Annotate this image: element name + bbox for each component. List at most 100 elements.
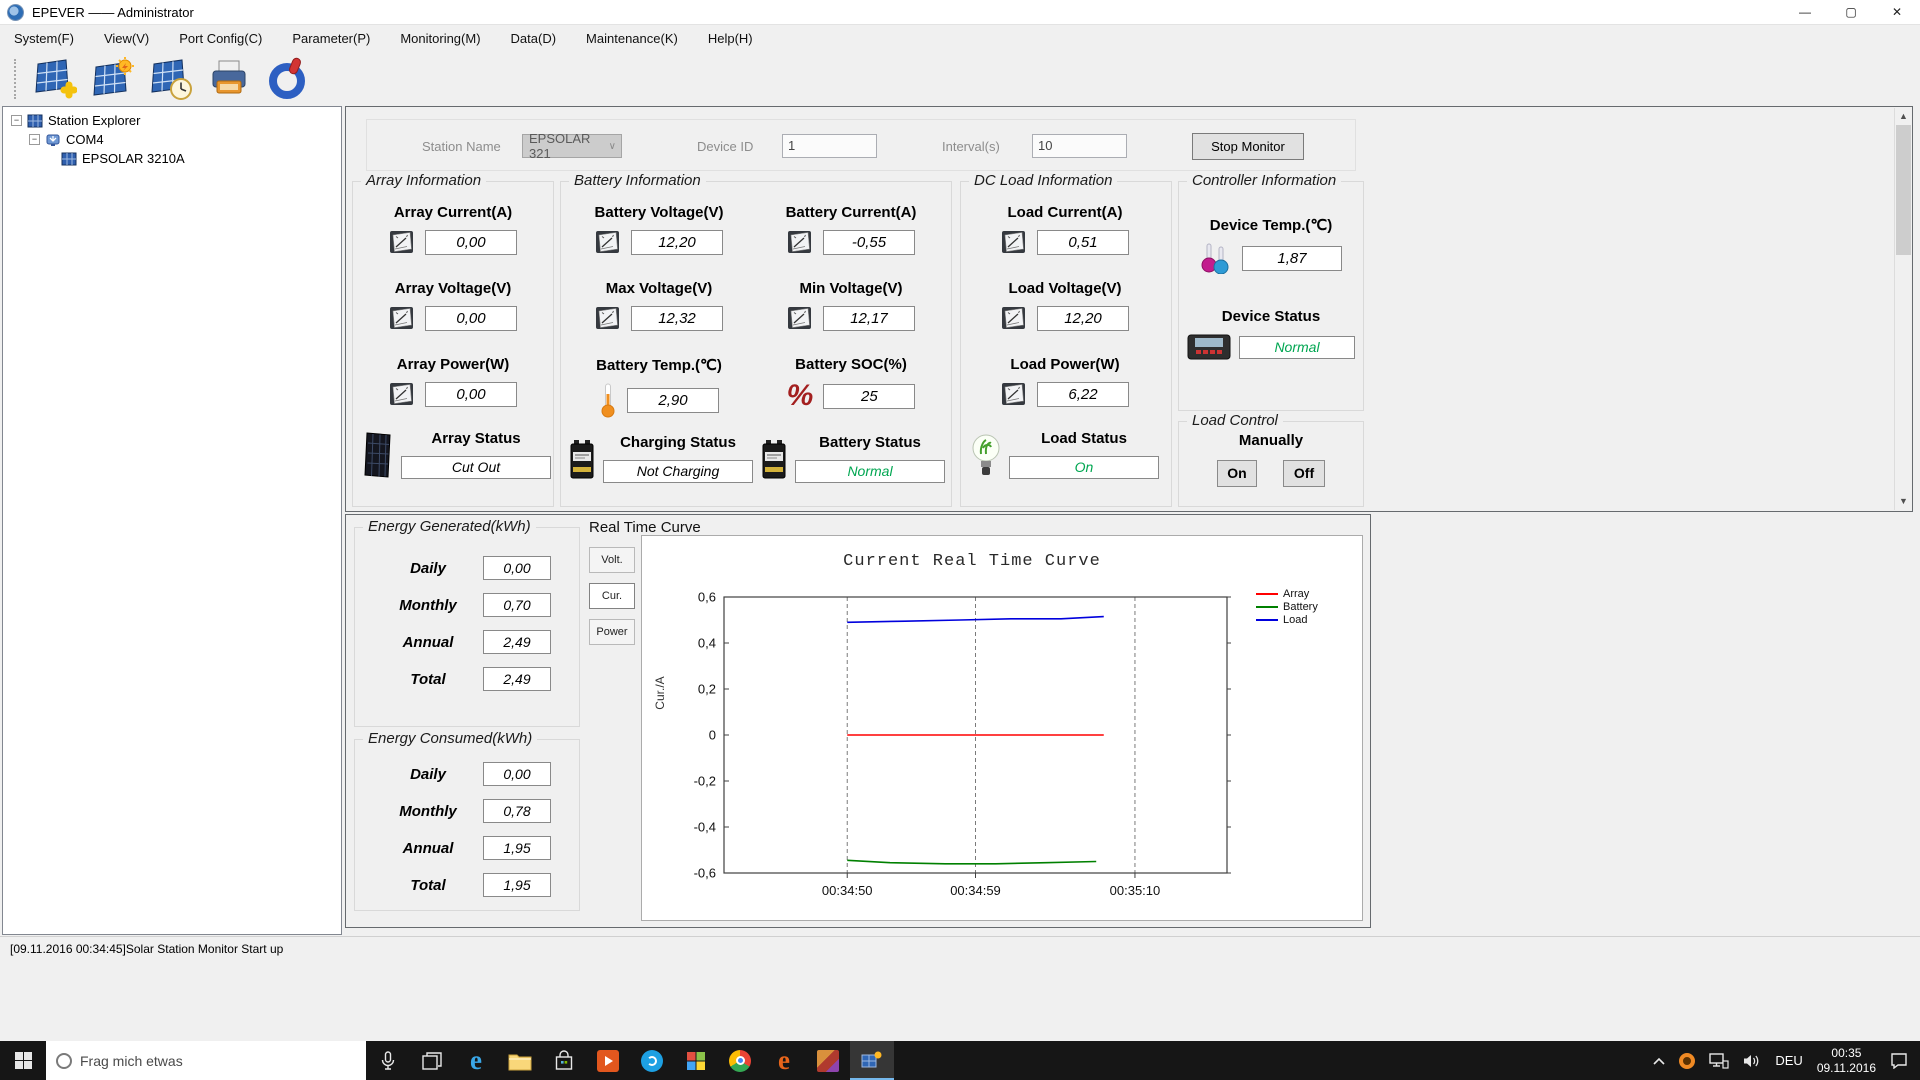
tree-item-epsolar-3210a[interactable]: EPSOLAR 3210A (3, 149, 341, 168)
chevron-down-icon: ∨ (608, 140, 616, 152)
tree-item-com4[interactable]: − COM4 (3, 130, 341, 149)
metric-value: 25 (823, 383, 916, 409)
svg-text:00:34:59: 00:34:59 (950, 883, 1001, 898)
group-title: Energy Generated(kWh) (363, 518, 536, 535)
language-indicator[interactable]: DEU (1768, 1041, 1809, 1080)
energy-row-value: 2,49 (483, 630, 551, 654)
scroll-down-icon[interactable]: ▼ (1895, 493, 1912, 510)
menu-data[interactable]: Data(D) (511, 31, 557, 46)
start-button[interactable] (0, 1041, 46, 1080)
menu-monitoring[interactable]: Monitoring(M) (400, 31, 480, 46)
metric-label: Load Voltage(V) (1008, 280, 1122, 297)
station-parameter-button[interactable] (89, 55, 137, 103)
metric-label: Array Power(W) (396, 356, 510, 373)
load-off-button[interactable]: Off (1283, 460, 1325, 487)
stop-monitor-button[interactable]: Stop Monitor (1192, 133, 1304, 160)
metric-label: Max Voltage(V) (605, 280, 713, 297)
tab-cur[interactable]: Cur. (589, 583, 635, 609)
interval-label: Interval(s) (942, 139, 1000, 154)
loop-icon (647, 1055, 657, 1066)
vertical-scrollbar[interactable]: ▲ ▼ (1894, 108, 1912, 510)
load-on-button[interactable]: On (1217, 460, 1257, 487)
title-bar: EPEVER —— Administrator — ▢ ✕ (0, 0, 1920, 24)
menu-system[interactable]: System(F) (14, 31, 74, 46)
close-button[interactable]: ✕ (1874, 0, 1920, 24)
edge-browser-icon[interactable]: e (454, 1041, 498, 1080)
search-placeholder: Frag mich etwas (80, 1052, 183, 1069)
menu-maintenance[interactable]: Maintenance(K) (586, 31, 678, 46)
toolbar-gripper[interactable] (14, 58, 17, 99)
controller-icon (1187, 334, 1231, 360)
chrome-icon[interactable] (718, 1041, 762, 1080)
energy-row-value: 1,95 (483, 873, 551, 897)
tree-item-station-explorer[interactable]: − Station Explorer (3, 111, 341, 130)
maximize-button[interactable]: ▢ (1828, 0, 1874, 24)
metric-value: 2,90 (627, 387, 719, 413)
file-explorer-icon[interactable] (498, 1041, 542, 1080)
microphone-button[interactable] (366, 1041, 410, 1080)
metric-label: Min Voltage(V) (799, 280, 903, 297)
movies-tv-icon[interactable] (586, 1041, 630, 1080)
tree-item-label: EPSOLAR 3210A (82, 151, 185, 166)
real-time-chart: Current Real Time Curve Cur./A 0,6 0,4 0,2… (641, 535, 1363, 921)
add-station-button[interactable] (31, 55, 79, 103)
collapse-icon[interactable]: − (11, 115, 22, 126)
network-icon[interactable] (1702, 1041, 1736, 1080)
menu-help[interactable]: Help(H) (708, 31, 753, 46)
array-information-group: Array Information Array Current(A) 0,00 … (352, 172, 554, 507)
action-center-icon[interactable] (1883, 1041, 1920, 1080)
search-input[interactable]: Frag mich etwas (46, 1041, 366, 1080)
volume-icon[interactable] (1736, 1041, 1768, 1080)
legend-item: Load (1256, 614, 1318, 626)
microphone-icon (381, 1050, 395, 1070)
messaging-icon[interactable] (630, 1041, 674, 1080)
metric-label: Battery SOC(%) (795, 356, 907, 373)
energy-and-curve-panel: Energy Generated(kWh) Daily 0,00 Monthly 0… (345, 514, 1371, 928)
solar-monitor-app-icon[interactable] (850, 1041, 894, 1080)
energy-row-value: 0,00 (483, 762, 551, 786)
energy-generated-group: Energy Generated(kWh) Daily 0,00 Monthly 0… (354, 518, 580, 727)
energy-consumed-group: Energy Consumed(kWh) Daily 0,00 Monthly 0,… (354, 730, 580, 911)
task-view-button[interactable] (410, 1041, 454, 1080)
legend-label: Load (1283, 614, 1308, 626)
tab-volt[interactable]: Volt. (589, 547, 635, 573)
status-label: Array Status (431, 430, 521, 447)
station-name-select[interactable]: EPSOLAR 321 ∨ (522, 131, 622, 161)
solar-panel-icon (27, 114, 43, 128)
metric-value: 12,20 (1037, 305, 1129, 331)
exit-button[interactable] (263, 55, 311, 103)
tab-power[interactable]: Power (589, 619, 635, 645)
clock-date: 09.11.2016 (1816, 1060, 1876, 1075)
energy-row-label: Daily (410, 765, 446, 783)
print-button[interactable] (205, 55, 253, 103)
menu-parameter[interactable]: Parameter(P) (292, 31, 370, 46)
legend-label: Battery (1283, 601, 1318, 613)
clock[interactable]: 00:35 09.11.2016 (1810, 1041, 1883, 1080)
tray-chevron-icon[interactable] (1646, 1041, 1672, 1080)
manually-label: Manually (1238, 432, 1304, 449)
app-thumbnail-icon[interactable] (806, 1041, 850, 1080)
status-label: Load Status (1041, 430, 1127, 447)
minimize-button[interactable]: — (1782, 0, 1828, 24)
collapse-icon[interactable]: − (29, 134, 40, 145)
toolbar (0, 51, 1920, 106)
scroll-up-icon[interactable]: ▲ (1895, 108, 1912, 125)
menu-view[interactable]: View(V) (104, 31, 149, 46)
menu-port-config[interactable]: Port Config(C) (179, 31, 262, 46)
scrollbar-thumb[interactable] (1896, 125, 1911, 255)
metric-value: 12,17 (823, 305, 915, 331)
legend-item: Battery (1256, 601, 1318, 613)
metric-value: 0,00 (425, 229, 517, 255)
browser-e-orange-icon[interactable]: e (762, 1041, 806, 1080)
app-tiles-icon[interactable] (674, 1041, 718, 1080)
meter-icon (389, 305, 415, 331)
status-label: Charging Status (620, 434, 736, 451)
real-time-monitor-button[interactable] (147, 55, 195, 103)
shopping-bag-icon (555, 1050, 573, 1070)
interval-input[interactable]: 10 (1032, 134, 1127, 158)
device-id-input[interactable]: 1 (782, 134, 877, 158)
antivirus-tray-icon[interactable] (1672, 1041, 1702, 1080)
energy-row-label: Total (410, 876, 446, 894)
store-icon[interactable] (542, 1041, 586, 1080)
tiles-icon (687, 1051, 705, 1070)
